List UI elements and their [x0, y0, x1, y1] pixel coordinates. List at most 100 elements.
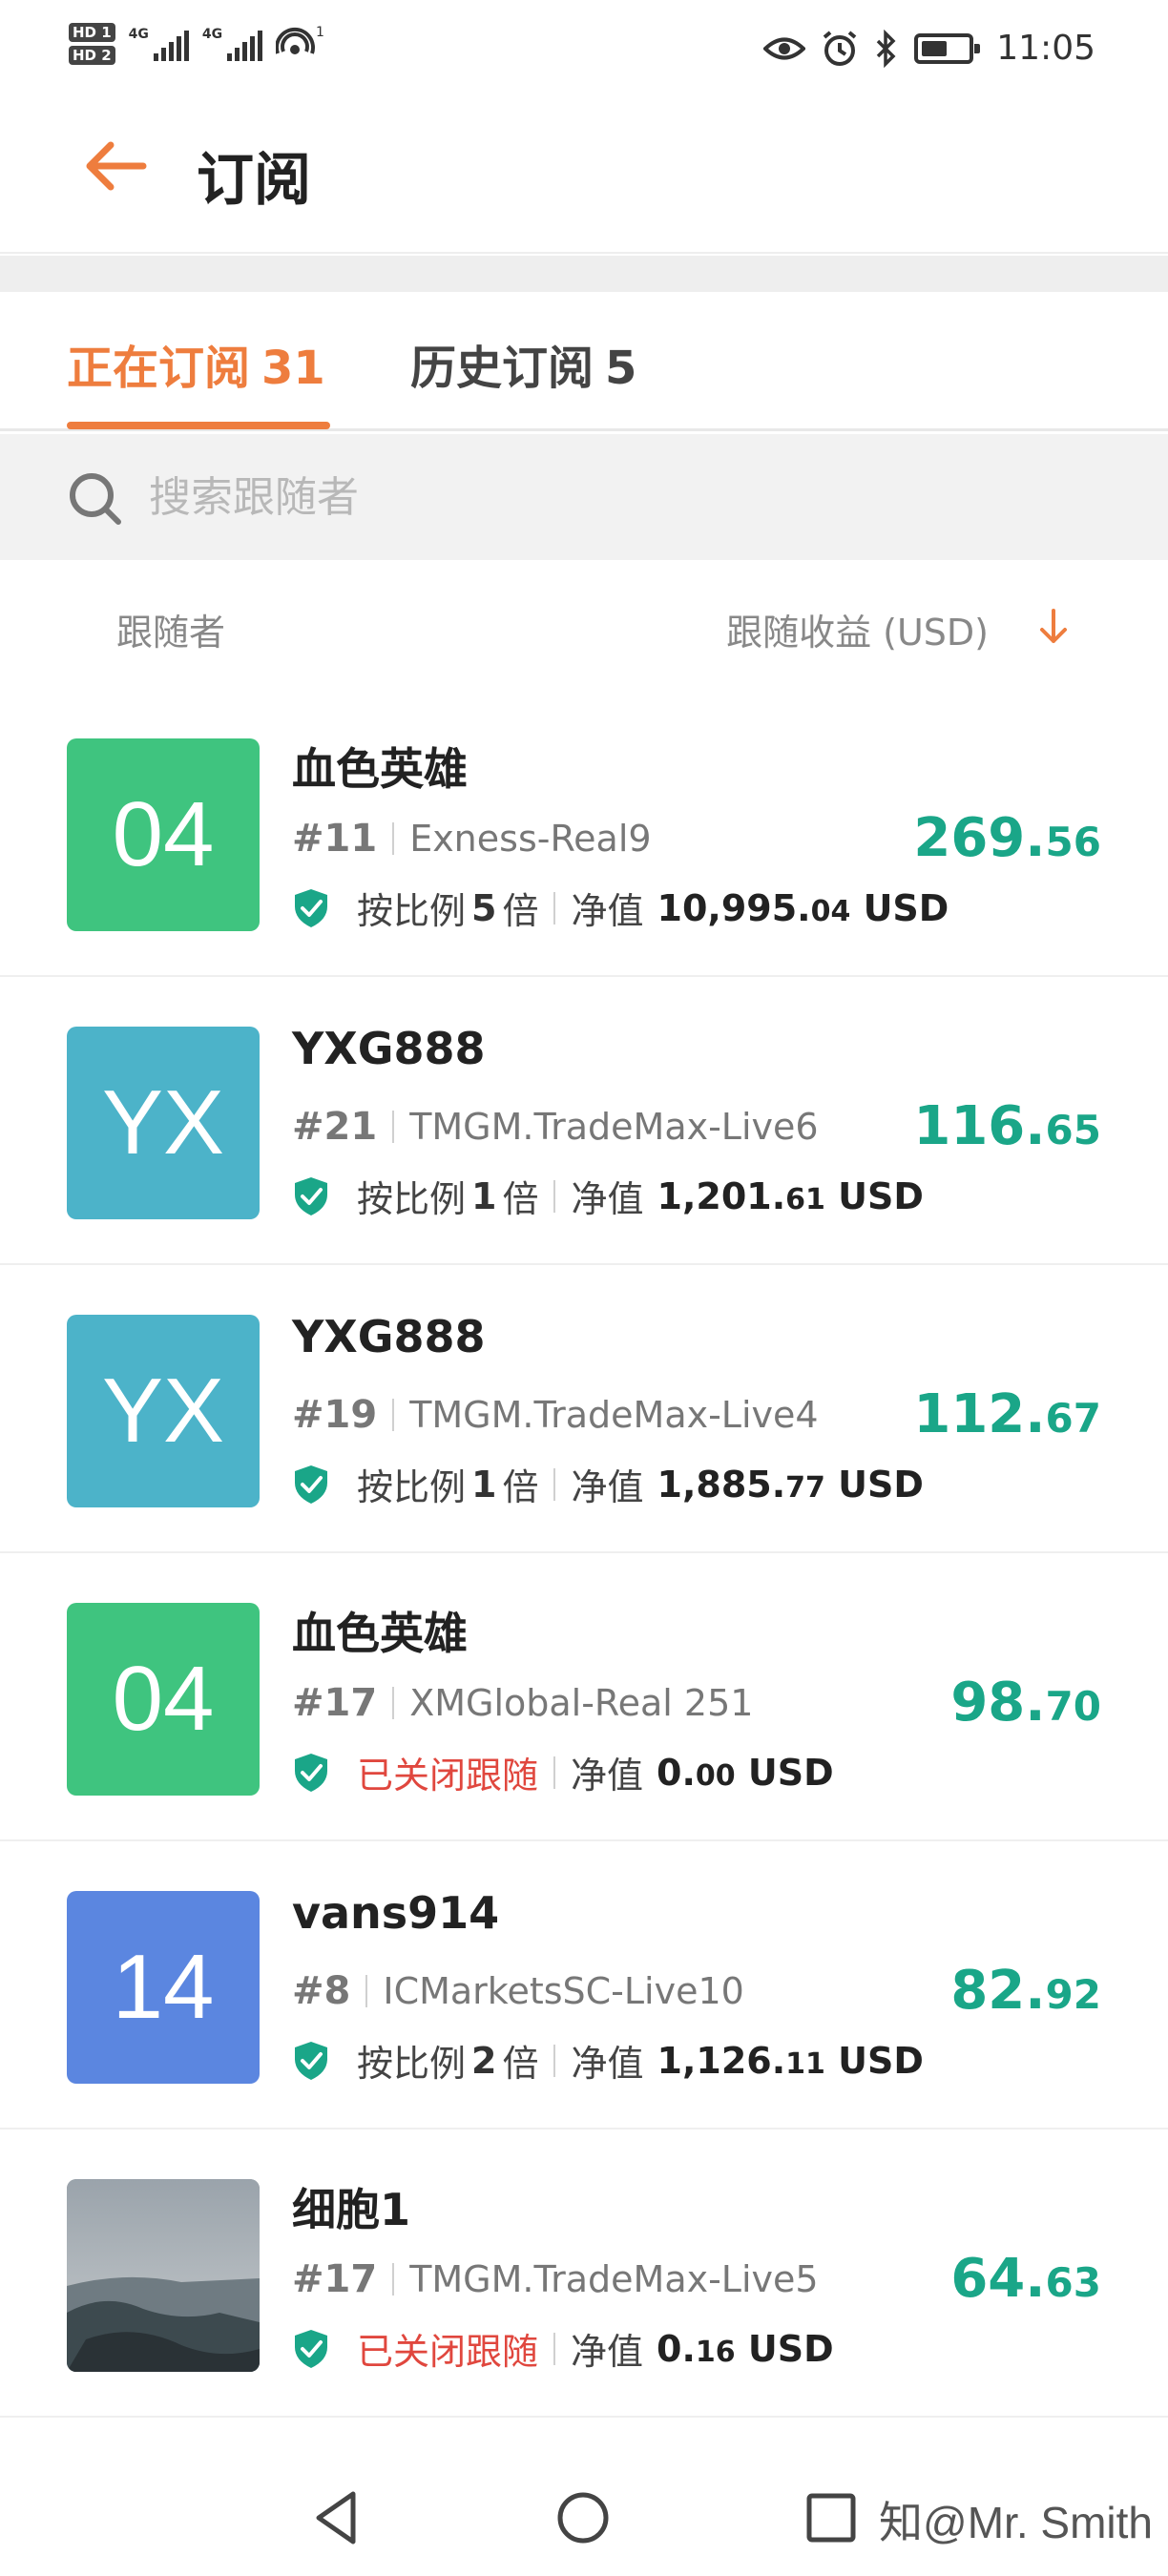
avatar-text: 04: [112, 1648, 215, 1750]
status-line: 按比例 1 倍净值 1,201.61 USD: [292, 1170, 924, 1222]
subscription-item[interactable]: 04 血色英雄 #17 XMGlobal-Real 251 已关闭跟随 净值 0.00 U…: [0, 1553, 1168, 1841]
equity-value: 0.00 USD: [657, 1752, 834, 1794]
rank: #11: [292, 817, 378, 861]
status-line: 按比例 2 倍净值 1,126.11 USD: [292, 2034, 924, 2087]
header: 订阅: [0, 95, 1168, 254]
status-line: 已关闭跟随 净值 0.00 USD: [292, 1746, 834, 1798]
hd-indicators: HD 1 HD 2: [69, 23, 115, 65]
follower-name: YXG888: [292, 1311, 486, 1362]
hd2-badge: HD 2: [69, 46, 115, 65]
currency: USD: [747, 2327, 834, 2370]
subscription-item[interactable]: 04 血色英雄 #11 Exness-Real9 按比例 5 倍净值 10,995.04 U…: [0, 689, 1168, 977]
status-closed: 已关闭跟随: [357, 2331, 539, 2373]
equity-int: 1,885.: [657, 1463, 786, 1506]
eye-icon: [763, 37, 806, 59]
currency: USD: [838, 1463, 924, 1506]
profit-dec: 67: [1045, 1395, 1101, 1442]
hotspot-icon: 1: [276, 25, 324, 54]
ratio-prefix: 按比例: [357, 890, 467, 932]
nav-back-icon[interactable]: [303, 2484, 370, 2551]
equity-int: 0.: [657, 1751, 696, 1794]
status-line: 按比例 5 倍净值 10,995.04 USD: [292, 882, 949, 934]
ratio-multiplier: 1: [471, 1174, 497, 1217]
nav-home-icon[interactable]: [550, 2484, 616, 2551]
profit-int: 269.: [913, 807, 1046, 869]
equity-value: 0.16 USD: [657, 2328, 834, 2370]
back-arrow-icon[interactable]: [82, 137, 149, 195]
hd1-badge: HD 1: [69, 23, 115, 42]
search-input[interactable]: [149, 463, 1008, 531]
equity-int: 10,995.: [657, 886, 811, 929]
divider: [392, 1111, 395, 1143]
profit-int: 112.: [913, 1383, 1046, 1445]
ratio-prefix: 按比例: [357, 1178, 467, 1220]
follower-name: 血色英雄: [292, 743, 468, 795]
status-closed: 已关闭跟随: [357, 1755, 539, 1797]
rank: #17: [292, 2257, 378, 2301]
equity-dec: 04: [810, 894, 851, 928]
profit-int: 82.: [950, 1960, 1046, 2022]
profit-dec: 70: [1045, 1683, 1101, 1730]
status-line: 按比例 1 倍净值 1,885.77 USD: [292, 1458, 924, 1510]
avatar: 04: [67, 1603, 260, 1796]
follower-name: 血色英雄: [292, 1608, 468, 1659]
avatar-photo-icon: [67, 2179, 260, 2372]
shield-check-icon: [295, 2041, 327, 2080]
subscription-item[interactable]: 细胞1 #17 TMGM.TradeMax-Live5 已关闭跟随 净值 0.16 US…: [0, 2129, 1168, 2418]
account-name: Exness-Real9: [409, 818, 652, 860]
account-line: #17 TMGM.TradeMax-Live5: [292, 2257, 819, 2301]
profit-value: 98.70: [950, 1672, 1101, 1734]
nav-recents-icon[interactable]: [798, 2484, 865, 2551]
status-time: 11:05: [996, 29, 1095, 68]
column-follower: 跟随者: [116, 612, 226, 654]
column-profit[interactable]: 跟随收益 (USD): [726, 603, 989, 655]
column-header: 跟随者 跟随收益 (USD): [0, 572, 1168, 677]
avatar-text: YX: [101, 1360, 225, 1462]
tab-history[interactable]: 历史订阅 5: [410, 330, 636, 397]
ratio-suffix: 倍: [502, 1466, 539, 1508]
ratio-suffix: 倍: [502, 2043, 539, 2085]
tab-subscribing-label: 正在订阅: [67, 342, 251, 395]
equity-int: 0.: [657, 2327, 696, 2370]
rank: #17: [292, 1681, 378, 1725]
profit-value: 64.63: [950, 2248, 1101, 2310]
equity-int: 1,126.: [657, 2039, 786, 2082]
equity-currency: [736, 1752, 748, 1794]
status-right: 11:05: [763, 29, 1095, 68]
equity-currency: [850, 887, 863, 929]
equity-label: 净值: [571, 2043, 644, 2085]
avatar-text: 04: [112, 783, 215, 885]
equity-label: 净值: [571, 1178, 644, 1220]
sort-down-arrow-icon[interactable]: [1034, 605, 1073, 649]
avatar: 04: [67, 738, 260, 931]
divider: [553, 2044, 556, 2077]
divider: [553, 1179, 556, 1213]
page-title: 订阅: [197, 147, 311, 214]
subscription-list: 04 血色英雄 #11 Exness-Real9 按比例 5 倍净值 10,995.04 U…: [0, 689, 1168, 2418]
currency: USD: [838, 1174, 924, 1217]
profit-value: 116.65: [913, 1095, 1101, 1157]
signal2-icon: 4G: [202, 27, 263, 61]
status-left: HD 1 HD 2 4G 4G 1: [69, 23, 325, 65]
profit-value: 82.92: [950, 1960, 1101, 2022]
system-nav-bar: 知@Mr. Smith: [0, 2450, 1168, 2576]
equity-value: 1,201.61 USD: [657, 1175, 924, 1217]
status-bar: HD 1 HD 2 4G 4G 1 11:05: [0, 0, 1168, 95]
profit-dec: 56: [1045, 819, 1101, 865]
subscription-item[interactable]: YX YXG888 #21 TMGM.TradeMax-Live6 按比例 1 倍净值 1,…: [0, 977, 1168, 1265]
account-line: #21 TMGM.TradeMax-Live6: [292, 1105, 819, 1149]
subscription-item[interactable]: 14 vans914 #8 ICMarketsSC-Live10 按比例 2 倍净值 1,1…: [0, 1841, 1168, 2129]
rank: #8: [292, 1969, 351, 2013]
subscription-item[interactable]: YX YXG888 #19 TMGM.TradeMax-Live4 按比例 1 倍净值 1,…: [0, 1265, 1168, 1553]
follower-name: vans914: [292, 1887, 500, 1939]
account-name: TMGM.TradeMax-Live5: [409, 2258, 819, 2300]
currency: USD: [863, 886, 949, 929]
tab-subscribing[interactable]: 正在订阅 31: [67, 330, 325, 397]
shield-check-icon: [295, 1176, 327, 1215]
currency: USD: [838, 2039, 924, 2082]
ratio-multiplier: 1: [471, 1463, 497, 1506]
avatar-text: 14: [112, 1936, 215, 2038]
tab-subscribing-count: 31: [261, 342, 325, 395]
account-name: ICMarketsSC-Live10: [383, 1970, 744, 2012]
equity-currency: [825, 1464, 838, 1506]
